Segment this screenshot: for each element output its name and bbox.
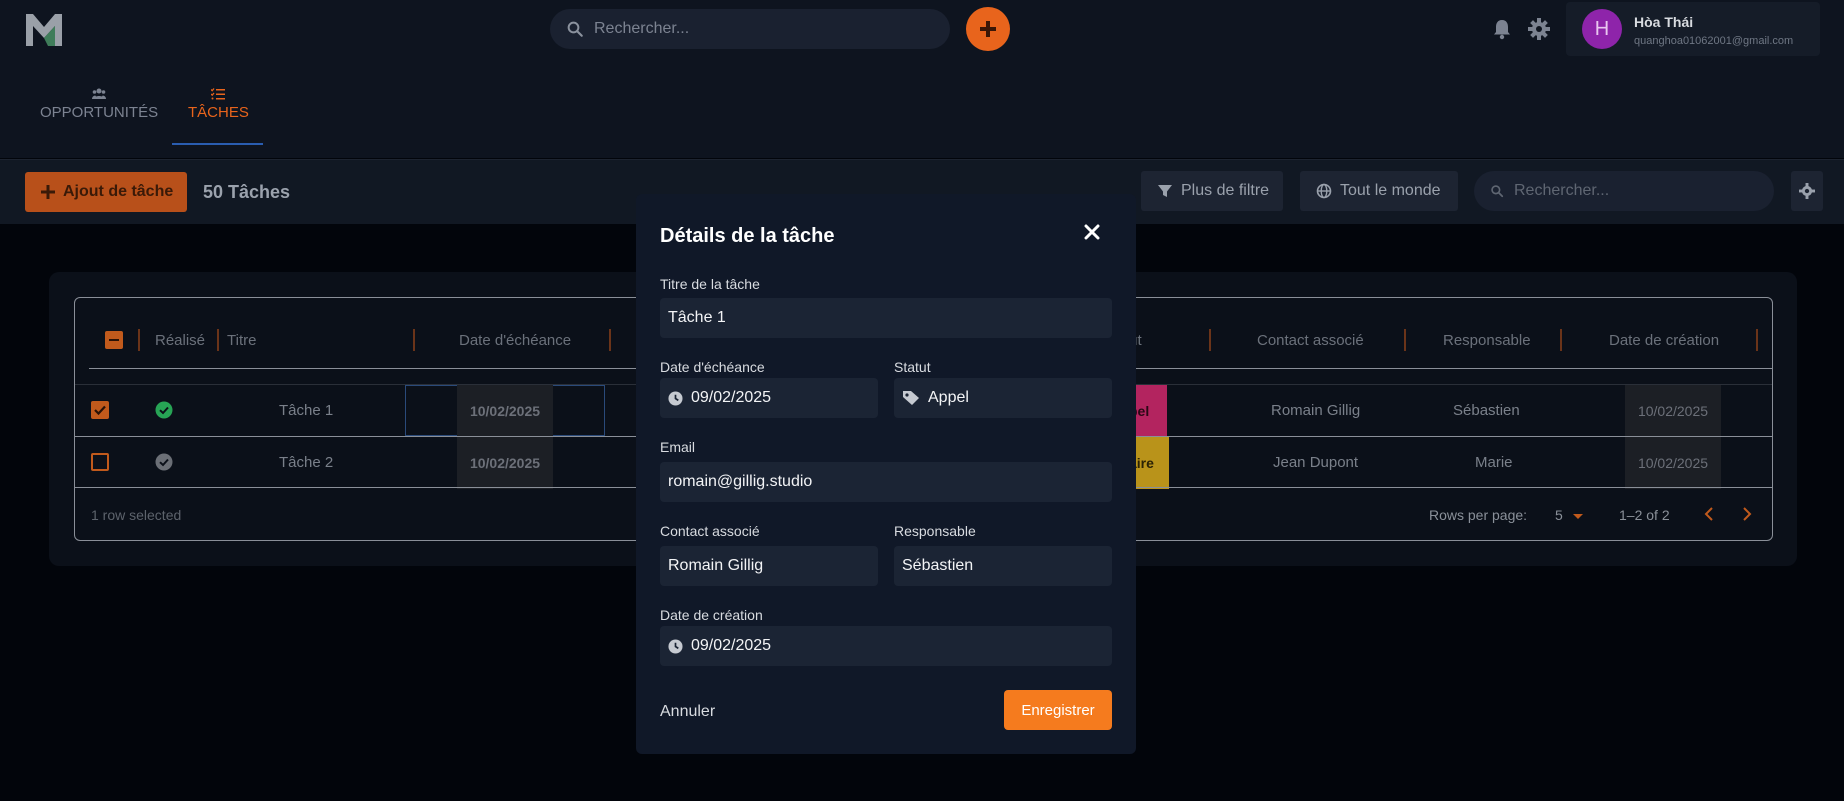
cancel-button[interactable]: Annuler — [660, 703, 715, 721]
creation-date-label: Date de création — [660, 607, 763, 623]
clock-icon — [668, 638, 683, 654]
creation-date: 10/02/2025 — [1625, 437, 1721, 489]
column-separator[interactable] — [609, 329, 611, 351]
pagination-range: 1–2 of 2 — [1619, 507, 1670, 523]
row-checkbox[interactable] — [91, 401, 109, 419]
due-date: 10/02/2025 — [457, 385, 553, 437]
avatar: H — [1582, 9, 1622, 49]
status-input[interactable]: Appel — [894, 378, 1112, 418]
status-label: Statut — [894, 359, 931, 375]
creation-date-value: 09/02/2025 — [691, 637, 772, 654]
close-icon[interactable] — [1084, 224, 1100, 245]
column-header-responsable[interactable]: Responsable — [1443, 332, 1531, 349]
everyone-button[interactable]: Tout le monde — [1300, 171, 1458, 211]
status-value: Appel — [928, 389, 969, 406]
search-icon — [567, 21, 583, 37]
save-button[interactable]: Enregistrer — [1004, 690, 1112, 730]
rows-per-page-label: Rows per page: — [1429, 507, 1528, 523]
rows-per-page-value: 5 — [1555, 507, 1563, 523]
user-email: quanghoa01062001@gmail.com — [1634, 35, 1794, 47]
email-input[interactable]: romain@gillig.studio — [660, 462, 1112, 502]
column-header-realise[interactable]: Réalisé — [155, 332, 205, 349]
top-bar: Rechercher... H Hòa Thái quanghoa0106200… — [0, 0, 1844, 58]
search-icon — [1491, 185, 1504, 198]
plus-icon — [41, 185, 55, 199]
associated-contact: Romain Gillig — [1271, 402, 1361, 419]
task-list-icon — [211, 88, 226, 100]
more-filters-button[interactable]: Plus de filtre — [1141, 171, 1283, 211]
next-page-icon[interactable] — [1741, 506, 1753, 527]
check-circle-icon — [155, 453, 173, 476]
column-header-titre[interactable]: Titre — [227, 332, 256, 349]
bell-icon[interactable] — [1492, 18, 1512, 45]
contact-input[interactable]: Romain Gillig — [660, 546, 878, 586]
column-header-contact[interactable]: Contact associé — [1257, 332, 1364, 349]
task-search-placeholder: Rechercher... — [1514, 182, 1610, 199]
tag-icon — [902, 390, 920, 406]
tab-opportunites[interactable]: OPPORTUNITÉS — [40, 88, 158, 121]
more-filters-label: Plus de filtre — [1181, 182, 1270, 199]
modal-title: Détails de la tâche — [660, 225, 835, 247]
creation-date-input[interactable]: 09/02/2025 — [660, 626, 1112, 666]
creation-date: 10/02/2025 — [1625, 385, 1721, 437]
dropdown-arrow-icon — [1572, 514, 1583, 519]
column-separator[interactable] — [1209, 329, 1211, 351]
user-name: Hòa Thái — [1634, 14, 1694, 30]
task-count: 50 Tâches — [203, 182, 291, 202]
filter-icon — [1158, 185, 1172, 197]
column-separator[interactable] — [1404, 329, 1406, 351]
column-separator[interactable] — [138, 329, 140, 351]
title-label: Titre de la tâche — [660, 276, 760, 292]
table-settings-button[interactable] — [1791, 171, 1823, 211]
row-checkbox[interactable] — [91, 453, 109, 471]
gear-icon — [1799, 183, 1815, 199]
title-input[interactable]: Tâche 1 — [660, 298, 1112, 338]
column-separator[interactable] — [217, 329, 219, 351]
plus-icon — [980, 21, 996, 37]
tab-opportunites-label: OPPORTUNITÉS — [40, 104, 159, 121]
active-tab-indicator — [172, 143, 263, 145]
task-search-input[interactable]: Rechercher... — [1474, 171, 1774, 211]
global-search-input[interactable]: Rechercher... — [550, 9, 950, 49]
add-task-button[interactable]: Ajout de tâche — [25, 172, 187, 212]
tab-bar: OPPORTUNITÉS TÂCHES — [0, 58, 1844, 158]
clock-icon — [668, 390, 683, 406]
due-date-value: 09/02/2025 — [691, 389, 772, 406]
associated-contact: Jean Dupont — [1273, 454, 1359, 471]
select-all-checkbox[interactable] — [105, 331, 123, 349]
due-date-label: Date d'échéance — [660, 359, 765, 375]
column-header-date-creation[interactable]: Date de création — [1609, 332, 1719, 349]
owner-input[interactable]: Sébastien — [894, 546, 1112, 586]
task-owner: Sébastien — [1453, 402, 1520, 419]
people-icon — [92, 88, 107, 99]
due-date: 10/02/2025 — [457, 437, 553, 489]
rows-per-page-select[interactable]: 5 — [1555, 507, 1583, 523]
search-placeholder: Rechercher... — [594, 20, 690, 37]
everyone-label: Tout le monde — [1340, 182, 1441, 199]
check-circle-icon — [155, 401, 173, 424]
column-header-date-echeance[interactable]: Date d'échéance — [459, 332, 571, 349]
app-logo[interactable] — [24, 10, 66, 50]
column-separator[interactable] — [1560, 329, 1562, 351]
tab-taches-label: TÂCHES — [188, 104, 249, 121]
column-separator[interactable] — [413, 329, 415, 351]
tab-taches[interactable]: TÂCHES — [188, 88, 249, 121]
contact-label: Contact associé — [660, 523, 760, 539]
selected-count: 1 row selected — [91, 507, 182, 523]
column-separator[interactable] — [1756, 329, 1758, 351]
quick-add-button[interactable] — [966, 7, 1010, 51]
email-label: Email — [660, 439, 696, 455]
task-title: Tâche 2 — [279, 454, 334, 471]
user-profile-card[interactable]: H Hòa Thái quanghoa01062001@gmail.com — [1566, 2, 1820, 56]
task-owner: Marie — [1475, 454, 1513, 471]
due-date-input[interactable]: 09/02/2025 — [660, 378, 878, 418]
owner-label: Responsable — [894, 523, 976, 539]
settings-gear-icon[interactable] — [1528, 18, 1550, 45]
task-details-modal: Détails de la tâche Titre de la tâche Tâ… — [636, 194, 1136, 754]
globe-icon — [1316, 183, 1332, 199]
task-title: Tâche 1 — [279, 402, 334, 419]
previous-page-icon[interactable] — [1703, 506, 1715, 527]
add-task-label: Ajout de tâche — [63, 183, 174, 200]
